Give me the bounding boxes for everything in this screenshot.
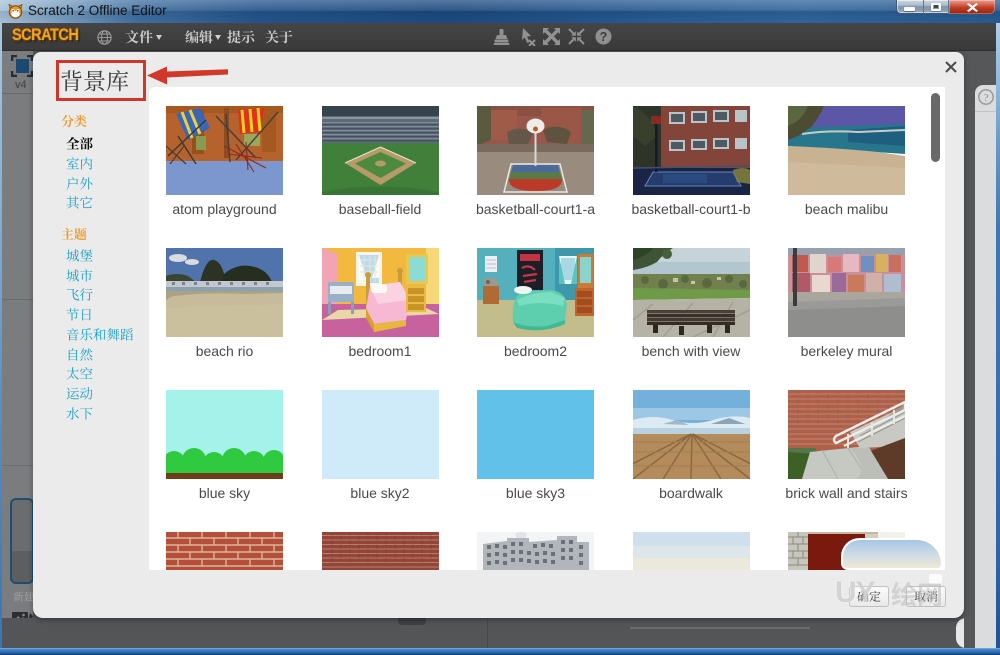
svg-text:?: ? xyxy=(983,91,988,105)
svg-text:?: ? xyxy=(600,30,608,44)
